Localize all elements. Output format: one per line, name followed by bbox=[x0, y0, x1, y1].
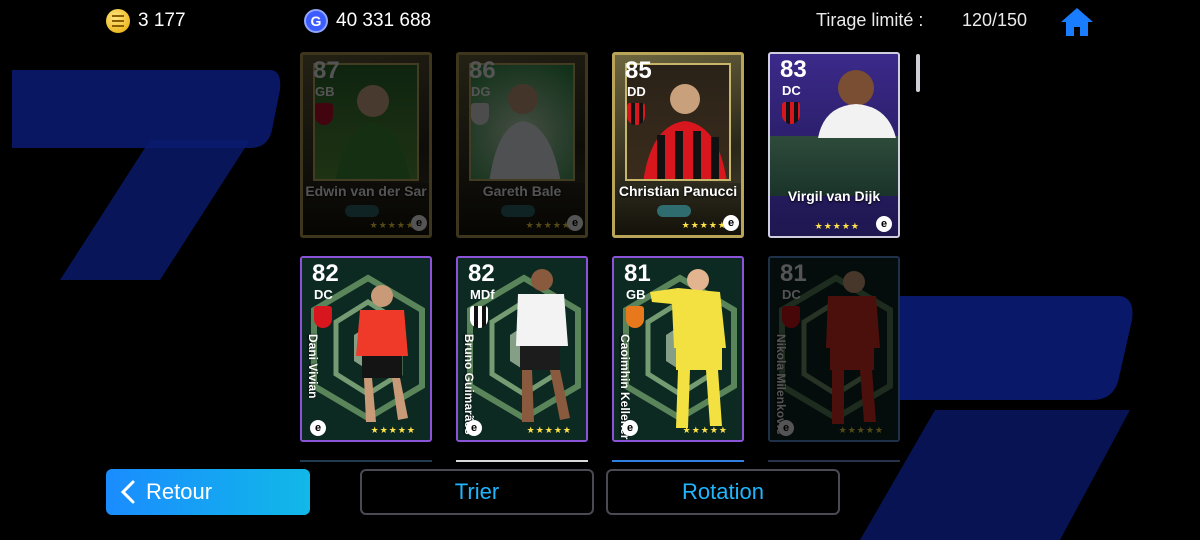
club-badge-icon bbox=[315, 103, 333, 125]
player-rating: 81 bbox=[780, 260, 807, 287]
player-position: DG bbox=[471, 84, 491, 99]
player-position: GB bbox=[315, 84, 335, 99]
coin-icon bbox=[106, 9, 130, 33]
sort-button[interactable]: Trier bbox=[360, 469, 594, 515]
back-button-label: Retour bbox=[146, 479, 213, 504]
player-photo bbox=[356, 285, 408, 422]
sort-button-label: Trier bbox=[454, 479, 500, 504]
top-bar: 3 177 G 40 331 688 Tirage limité : 120/1… bbox=[0, 0, 1200, 44]
player-photo bbox=[818, 70, 896, 138]
back-button[interactable]: Retour bbox=[106, 469, 310, 515]
player-name: Christian Panucci bbox=[618, 183, 738, 199]
rating-stars: ★★★★★ bbox=[526, 425, 572, 435]
rating-stars: ★★★★★ bbox=[838, 425, 884, 435]
player-name: Dani Vivian bbox=[306, 334, 320, 399]
player-name: Edwin van der Sar bbox=[305, 183, 427, 199]
player-photo bbox=[826, 271, 880, 424]
scrollbar[interactable] bbox=[916, 54, 920, 92]
player-card[interactable]: 85 DD Christian Panucci ★★★★★ e bbox=[612, 52, 744, 238]
player-rating: 83 bbox=[780, 56, 807, 83]
rotation-button[interactable]: Rotation bbox=[606, 469, 840, 515]
next-row-card bbox=[612, 460, 744, 462]
club-badge-icon bbox=[470, 306, 488, 328]
player-card[interactable]: 81 GB Caoimhin Kelleher e ★★★★★ bbox=[612, 256, 744, 442]
rating-stars: ★★★★★ bbox=[369, 220, 415, 230]
club-badge-icon bbox=[471, 103, 489, 125]
efootball-logo-icon: e bbox=[411, 215, 427, 231]
skill-indicator bbox=[501, 205, 535, 217]
player-card[interactable]: 87 GB Edwin van der Sar ★★★★★ e bbox=[300, 52, 432, 238]
efootball-logo-icon: e bbox=[622, 420, 638, 436]
player-photo bbox=[650, 269, 726, 428]
gp-amount: 40 331 688 bbox=[336, 10, 432, 31]
player-card[interactable]: 82 MDf Bruno Guimarães e ★★★★★ bbox=[456, 256, 588, 442]
gp-icon: G bbox=[304, 9, 328, 33]
draw-limit-count: 120/150 bbox=[962, 10, 1028, 30]
player-rating: 86 bbox=[469, 57, 496, 84]
player-name: Gareth Bale bbox=[482, 183, 562, 199]
efootball-logo-icon: e bbox=[876, 216, 892, 232]
efootball-logo-icon: e bbox=[567, 215, 583, 231]
player-card-grid: 87 GB Edwin van der Sar ★★★★★ e 86 DG Ga… bbox=[300, 52, 900, 462]
club-badge-icon bbox=[626, 306, 644, 328]
player-card[interactable]: 86 DG Gareth Bale ★★★★★ e bbox=[456, 52, 588, 238]
rating-stars: ★★★★★ bbox=[681, 220, 727, 230]
player-position: DC bbox=[314, 287, 333, 302]
efootball-logo-icon: e bbox=[723, 215, 739, 231]
rating-stars: ★★★★★ bbox=[525, 220, 571, 230]
rating-stars: ★★★★★ bbox=[370, 425, 416, 435]
next-row-card bbox=[456, 460, 588, 462]
skill-indicator bbox=[345, 205, 379, 217]
rotation-button-label: Rotation bbox=[682, 479, 764, 504]
efootball-logo-icon: e bbox=[310, 420, 326, 436]
player-name: Virgil van Dijk bbox=[787, 188, 881, 204]
club-badge-icon bbox=[782, 102, 800, 124]
player-rating: 82 bbox=[312, 260, 339, 287]
player-position: GB bbox=[626, 287, 646, 302]
player-position: DC bbox=[782, 83, 801, 98]
player-rating: 85 bbox=[625, 57, 652, 84]
coin-balance: 3 177 bbox=[106, 9, 186, 33]
player-card[interactable]: 81 DC Nikola Milenković e ★★★★★ bbox=[768, 256, 900, 442]
rating-stars: ★★★★★ bbox=[814, 221, 860, 231]
player-rating: 87 bbox=[313, 57, 340, 84]
player-rating: 82 bbox=[468, 260, 495, 287]
gp-balance: G 40 331 688 bbox=[304, 9, 431, 33]
player-rating: 81 bbox=[624, 260, 651, 287]
club-badge-icon bbox=[627, 103, 645, 125]
player-card[interactable]: 83 DC Virgil van Dijk ★★★★★ e bbox=[768, 52, 900, 238]
next-row-card bbox=[300, 460, 432, 462]
home-icon[interactable] bbox=[1059, 6, 1095, 38]
player-card[interactable]: 82 DC Dani Vivian e ★★★★★ bbox=[300, 256, 432, 442]
efootball-logo-icon: e bbox=[466, 420, 482, 436]
coin-amount: 3 177 bbox=[138, 10, 186, 31]
club-badge-icon bbox=[782, 306, 800, 328]
skill-indicator bbox=[657, 205, 691, 217]
next-row-card bbox=[768, 460, 900, 462]
rating-stars: ★★★★★ bbox=[682, 425, 728, 435]
player-position: DD bbox=[627, 84, 646, 99]
efootball-logo-icon: e bbox=[778, 420, 794, 436]
club-badge-icon bbox=[314, 306, 332, 328]
chevron-left-icon bbox=[120, 480, 135, 504]
player-photo bbox=[516, 269, 570, 422]
player-position: DC bbox=[782, 287, 801, 302]
player-position: MDf bbox=[470, 287, 495, 302]
draw-limit-label: Tirage limité : bbox=[816, 10, 924, 30]
